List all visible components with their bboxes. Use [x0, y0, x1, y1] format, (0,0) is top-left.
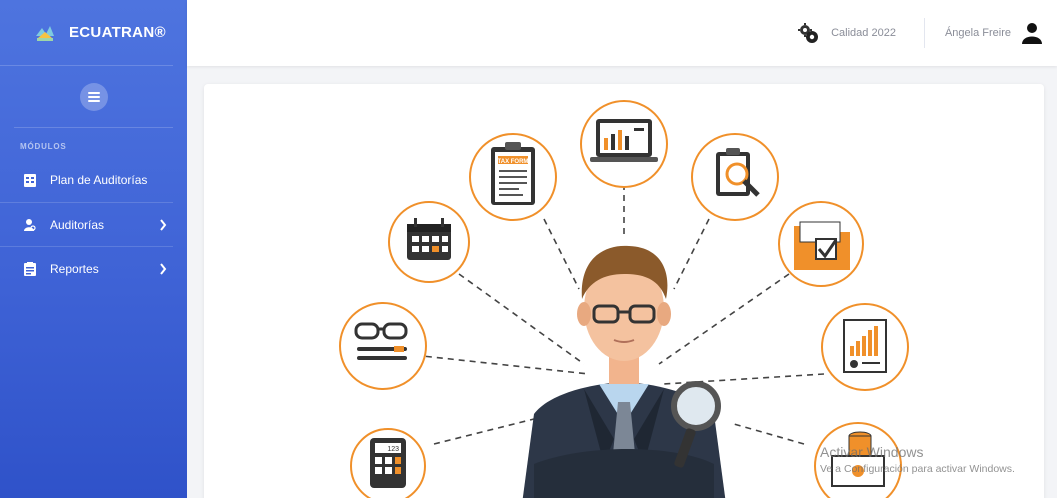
sidebar-item-label: Reportes: [50, 261, 99, 276]
sidebar-item-label: Auditorías: [50, 217, 105, 232]
quality-label: Calidad 2022: [831, 27, 896, 39]
watermark-subtitle: Ve a Configuración para activar Windows.: [820, 463, 1015, 475]
sidebar-item-label: Plan de Auditorías: [50, 173, 148, 187]
user-avatar-icon: [1022, 23, 1042, 44]
sidebar-item-auditorias[interactable]: Auditorías: [0, 202, 173, 246]
topbar: Calidad 2022 Ángela Freire: [187, 0, 1057, 66]
sidebar-item-reportes[interactable]: Reportes: [0, 246, 173, 290]
auditor-illustration: TAX FORM 123: [339, 100, 909, 498]
gears-icon: [798, 23, 819, 43]
user-search-icon: [24, 218, 36, 232]
menu-icon: [87, 91, 100, 102]
calendar-table-icon: [24, 173, 36, 187]
brand-name: ECUATRAN®: [69, 24, 166, 41]
user-name: Ángela Freire: [944, 27, 1011, 39]
tax-form-label: TAX FORM: [498, 159, 529, 165]
brand[interactable]: ECUATRAN®: [0, 0, 173, 66]
chevron-right-icon: [160, 219, 167, 231]
calculator-display: 123: [387, 446, 399, 453]
sidebar: ECUATRAN® MÓDULOS Plan de Auditorías Aud…: [0, 0, 187, 498]
sidebar-item-plan-auditorias[interactable]: Plan de Auditorías: [0, 158, 173, 202]
sidebar-toggle-button[interactable]: [79, 82, 108, 111]
windows-activation-watermark: Activar Windows Ve a Configuración para …: [820, 444, 1015, 475]
quality-period[interactable]: Calidad 2022: [797, 22, 924, 44]
chevron-right-icon: [160, 263, 167, 275]
modules-section-label: MÓDULOS: [20, 142, 67, 151]
content-card: TAX FORM 123: [204, 84, 1044, 498]
watermark-title: Activar Windows: [820, 444, 924, 460]
user-menu[interactable]: Ángela Freire: [925, 22, 1057, 44]
brand-logo-icon: [36, 25, 54, 41]
clipboard-icon: [24, 261, 36, 276]
